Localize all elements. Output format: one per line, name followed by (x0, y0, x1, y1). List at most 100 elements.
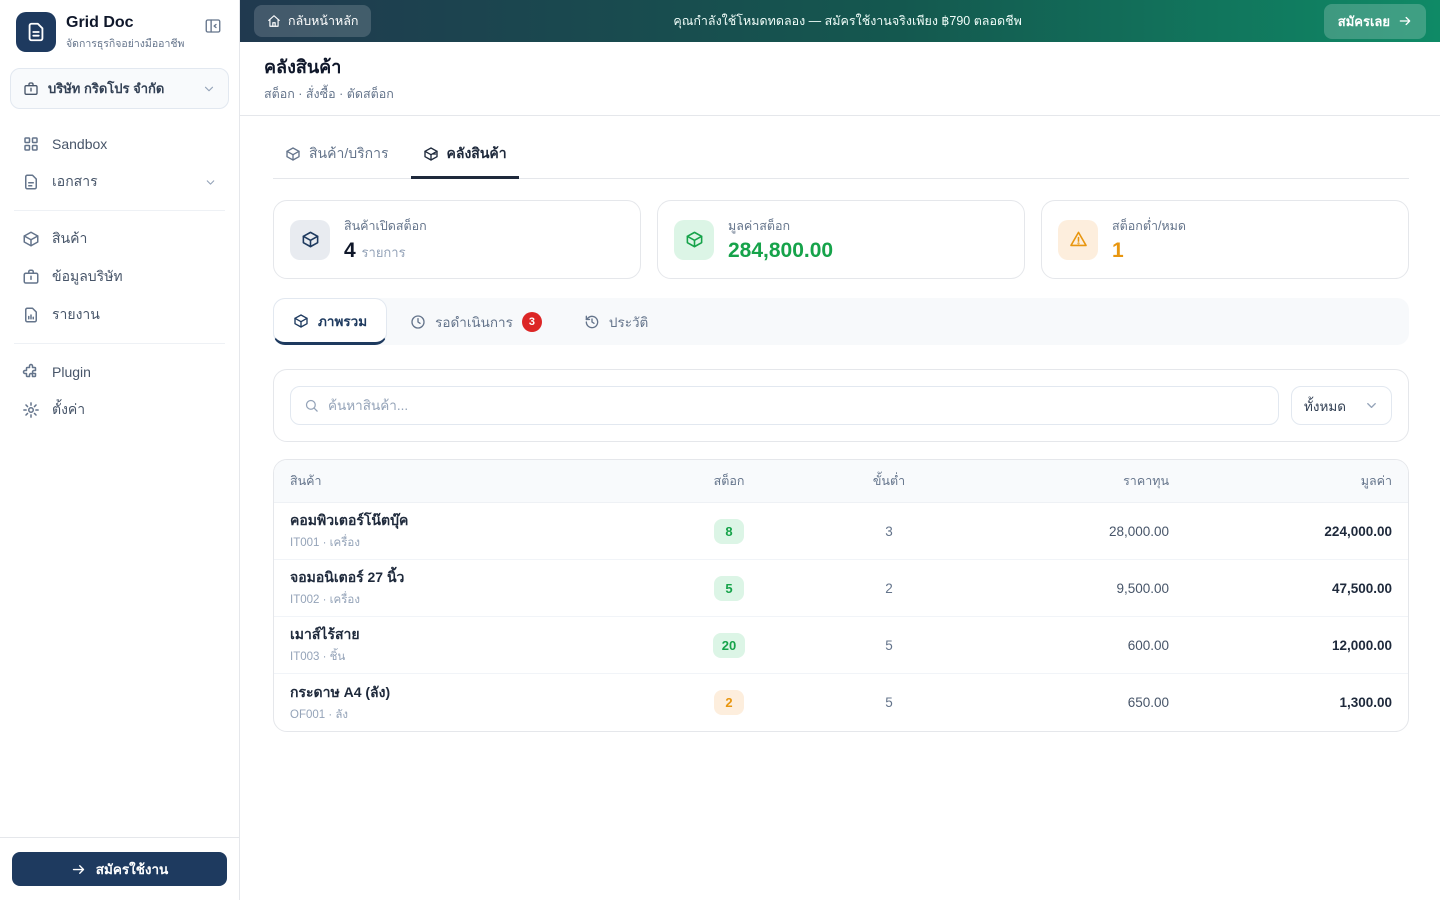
panel-collapse-icon (204, 17, 222, 35)
tab-inventory[interactable]: คลังสินค้า (411, 134, 519, 179)
sidebar-footer: สมัครใช้งาน (0, 837, 239, 900)
signup-now-button[interactable]: สมัครเลย (1324, 4, 1426, 39)
value-cell: 12,000.00 (1169, 638, 1392, 653)
sidebar-item-label: ข้อมูลบริษัท (52, 266, 217, 288)
file-icon (22, 173, 40, 191)
sidebar-item-settings[interactable]: ตั้งค่า (12, 391, 227, 429)
stock-badge: 8 (714, 519, 744, 544)
column-header-cost: ราคาทุน (989, 471, 1169, 491)
sidebar-item-plugin[interactable]: Plugin (12, 353, 227, 391)
cost-cell: 600.00 (989, 638, 1169, 653)
stat-number: 4 (344, 239, 356, 262)
tab-label: สินค้า/บริการ (309, 143, 389, 165)
company-name: บริษัท กริดโปร จำกัด (48, 78, 193, 99)
subtab-label: ประวัติ (609, 311, 648, 333)
table-row[interactable]: เมาส์ไร้สาย IT003 · ชิ้น 20 5 600.00 12,… (274, 617, 1408, 674)
table-row[interactable]: คอมพิวเตอร์โน๊ตบุ๊ค IT001 · เครื่อง 8 3 … (274, 503, 1408, 560)
search-toolbar: ทั้งหมด (273, 369, 1409, 442)
stock-badge: 20 (713, 633, 745, 658)
search-input[interactable] (328, 398, 1265, 413)
company-selector[interactable]: บริษัท กริดโปร จำกัด (10, 68, 229, 109)
page-subtitle: สต็อก · สั่งซื้อ · ตัดสต็อก (264, 84, 1416, 104)
subtab-label: ภาพรวม (318, 310, 367, 332)
stats-cards: สินค้าเปิดสต็อก 4 รายการ มูลค่าสต็อก 284… (273, 200, 1409, 279)
gear-icon (22, 401, 40, 419)
product-cell: คอมพิวเตอร์โน๊ตบุ๊ค IT001 · เครื่อง (290, 510, 669, 552)
stat-unit: รายการ (362, 245, 406, 260)
cost-cell: 650.00 (989, 695, 1169, 710)
grid-icon (22, 135, 40, 153)
page-content: สินค้า/บริการ คลังสินค้า สินค้าเปิดสต็อก… (240, 116, 1440, 900)
table-row[interactable]: กระดาษ A4 (ลัง) OF001 · ลัง 2 5 650.00 1… (274, 674, 1408, 731)
arrow-right-icon (1398, 14, 1412, 28)
sidebar-item-company-info[interactable]: ข้อมูลบริษัท (12, 258, 227, 296)
search-icon (304, 398, 319, 413)
stock-cell: 8 (669, 519, 789, 544)
app-subtitle: จัดการธุรกิจอย่างมืออาชีพ (66, 35, 189, 52)
home-icon (267, 14, 281, 28)
sidebar-item-sandbox[interactable]: Sandbox (12, 125, 227, 163)
chevron-down-icon (204, 176, 217, 189)
history-icon (584, 314, 600, 330)
column-header-value: มูลค่า (1169, 471, 1392, 491)
signup-now-label: สมัครเลย (1338, 11, 1390, 32)
divider (14, 343, 225, 344)
stat-body: สต็อกต่ำ/หมด 1 (1112, 216, 1186, 263)
search-box[interactable] (290, 386, 1279, 425)
package-icon (285, 146, 301, 162)
trial-message: คุณกำลังใช้โหมดทดลอง — สมัครใช้งานจริงเพ… (383, 11, 1311, 31)
product-sku: IT001 · เครื่อง (290, 534, 669, 552)
subtab-history[interactable]: ประวัติ (565, 298, 667, 345)
stock-cell: 5 (669, 576, 789, 601)
inventory-table: สินค้า สต็อก ขั้นต่ำ ราคาทุน มูลค่า คอมพ… (273, 459, 1409, 732)
stat-label: สินค้าเปิดสต็อก (344, 216, 427, 236)
column-header-product: สินค้า (290, 471, 669, 491)
chevron-down-icon (202, 82, 216, 96)
tab-label: คลังสินค้า (447, 143, 507, 165)
sidebar-item-documents[interactable]: เอกสาร (12, 163, 227, 201)
pending-count-badge: 3 (522, 312, 542, 332)
stat-value: 1 (1112, 238, 1186, 263)
chevron-down-icon (1364, 398, 1379, 413)
tab-products-services[interactable]: สินค้า/บริการ (273, 134, 401, 179)
category-filter-select[interactable]: ทั้งหมด (1291, 386, 1392, 425)
cost-cell: 28,000.00 (989, 524, 1169, 539)
app-logo (16, 12, 56, 52)
product-sku: OF001 · ลัง (290, 706, 669, 724)
sidebar-collapse-button[interactable] (199, 12, 227, 40)
stat-body: มูลค่าสต็อก 284,800.00 (728, 216, 833, 263)
filter-selected-value: ทั้งหมด (1304, 395, 1346, 417)
stock-badge: 5 (714, 576, 744, 601)
divider (14, 210, 225, 211)
column-header-stock: สต็อก (669, 471, 789, 491)
back-home-label: กลับหน้าหลัก (288, 11, 358, 31)
signup-button[interactable]: สมัครใช้งาน (12, 852, 227, 886)
product-cell: กระดาษ A4 (ลัง) OF001 · ลัง (290, 682, 669, 724)
min-cell: 2 (789, 581, 989, 596)
stat-label: สต็อกต่ำ/หมด (1112, 216, 1186, 236)
sidebar-item-label: เอกสาร (52, 171, 192, 193)
package-icon (22, 230, 40, 248)
stat-card-stock-value: มูลค่าสต็อก 284,800.00 (657, 200, 1025, 279)
page-header: คลังสินค้า สต็อก · สั่งซื้อ · ตัดสต็อก (240, 42, 1440, 116)
sidebar-item-reports[interactable]: รายงาน (12, 296, 227, 334)
stock-badge: 2 (714, 690, 744, 715)
sidebar: Grid Doc จัดการธุรกิจอย่างมืออาชีพ บริษั… (0, 0, 240, 900)
brand-text: Grid Doc จัดการธุรกิจอย่างมืออาชีพ (66, 10, 189, 52)
subtab-pending[interactable]: รอดำเนินการ 3 (391, 298, 561, 345)
sidebar-spacer (0, 429, 239, 837)
subtab-overview[interactable]: ภาพรวม (273, 298, 387, 345)
back-home-button[interactable]: กลับหน้าหลัก (254, 5, 371, 37)
signup-button-label: สมัครใช้งาน (96, 858, 169, 880)
product-name: คอมพิวเตอร์โน๊ตบุ๊ค (290, 510, 669, 532)
sidebar-item-products[interactable]: สินค้า (12, 220, 227, 258)
package-icon (290, 220, 330, 260)
package-check-icon (423, 146, 439, 162)
main-area: กลับหน้าหลัก คุณกำลังใช้โหมดทดลอง — สมัค… (240, 0, 1440, 900)
value-cell: 224,000.00 (1169, 524, 1392, 539)
table-row[interactable]: จอมอนิเตอร์ 27 นิ้ว IT002 · เครื่อง 5 2 … (274, 560, 1408, 617)
min-cell: 3 (789, 524, 989, 539)
briefcase-icon (23, 81, 39, 97)
stat-body: สินค้าเปิดสต็อก 4 รายการ (344, 216, 427, 263)
package-icon (293, 313, 309, 329)
